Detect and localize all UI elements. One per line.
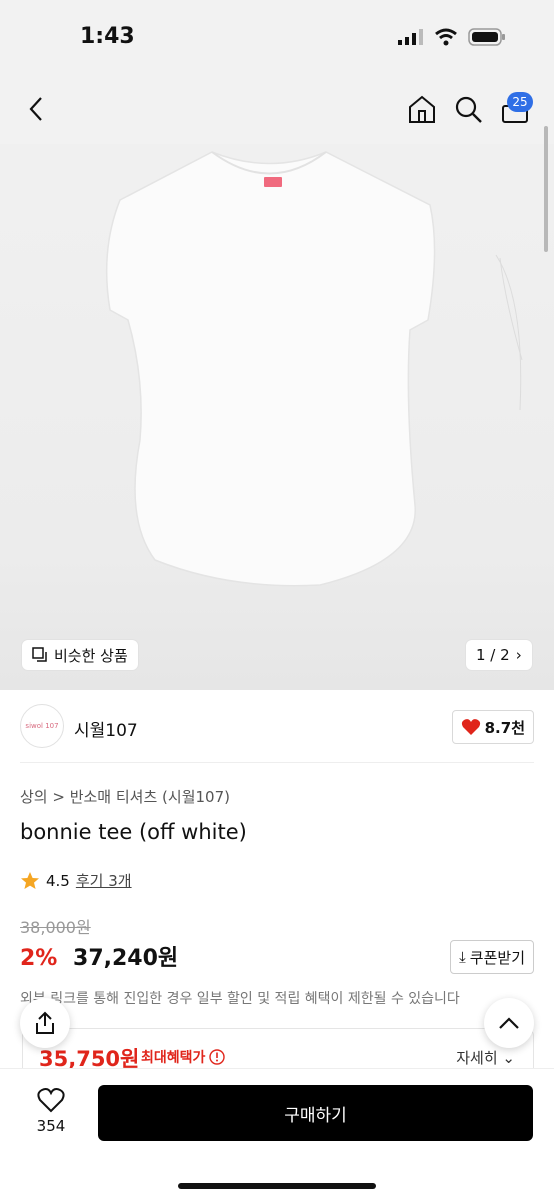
divider: [20, 762, 534, 763]
benefit-detail-toggle[interactable]: 자세히 ⌄: [456, 1047, 515, 1068]
sale-price: 37,240원: [73, 946, 179, 971]
price-row: 2% 37,240원: [20, 940, 178, 972]
chevron-up-icon: [499, 1017, 519, 1029]
similar-products-button[interactable]: 비슷한 상품: [22, 640, 138, 670]
wishlist-count: 354: [36, 1117, 66, 1135]
brand-like-count: 8.7천: [484, 718, 525, 737]
scroll-top-button[interactable]: [484, 998, 534, 1048]
brand-logo-text: siwol 107: [25, 722, 59, 730]
home-indicator: [178, 1183, 376, 1189]
info-icon[interactable]: [209, 1049, 226, 1065]
share-button[interactable]: [20, 998, 70, 1048]
status-bar: 1:43: [0, 0, 554, 72]
max-benefit-label-wrap: 최대혜택가: [141, 1047, 226, 1067]
buy-button[interactable]: 구매하기: [98, 1085, 533, 1141]
coupon-label: 쿠폰받기: [469, 948, 525, 967]
chevron-right-icon: ›: [515, 646, 522, 664]
similar-products-label: 비슷한 상품: [54, 646, 128, 665]
bottom-action-bar: 354 구매하기: [0, 1068, 554, 1201]
signal-icon: [398, 29, 423, 45]
rating-row[interactable]: 4.5 후기 3개: [20, 870, 132, 891]
status-time: 1:43: [80, 24, 135, 49]
rating-value: 4.5: [46, 871, 70, 890]
back-chevron-icon[interactable]: [28, 96, 44, 122]
chevron-down-icon: ⌄: [502, 1049, 515, 1067]
star-icon: [21, 871, 39, 889]
brand-row[interactable]: siwol 107 시월107 8.7천: [20, 704, 534, 750]
wifi-icon: [435, 28, 457, 46]
breadcrumb[interactable]: 상의 > 반소매 티셔츠 (시월107): [20, 786, 230, 807]
wishlist-button[interactable]: 354: [22, 1087, 80, 1135]
heart-filled-icon: [461, 719, 480, 735]
battery-icon: [468, 28, 505, 46]
heart-outline-icon: [37, 1088, 65, 1113]
original-price: 38,000원: [20, 918, 91, 937]
top-nav: [0, 72, 554, 144]
scrollbar[interactable]: [544, 126, 548, 252]
share-icon: [36, 1011, 54, 1034]
search-icon[interactable]: [455, 96, 483, 124]
brand-name[interactable]: 시월107: [74, 716, 138, 741]
cart-count-badge: 25: [507, 92, 533, 112]
copy-icon: [32, 647, 47, 662]
status-icons: [398, 28, 506, 46]
brand-logo[interactable]: siwol 107: [20, 704, 64, 748]
download-icon: ⤓: [459, 948, 466, 966]
home-icon[interactable]: [407, 94, 437, 124]
benefit-detail-label: 자세히: [456, 1049, 498, 1067]
discount-rate: 2%: [20, 946, 58, 971]
product-title: bonnie tee (off white): [20, 820, 247, 844]
coupon-button[interactable]: ⤓ 쿠폰받기: [450, 940, 534, 974]
review-count-link[interactable]: 후기 3개: [76, 870, 132, 891]
brand-like-button[interactable]: 8.7천: [451, 710, 534, 744]
notice-text: 외부 링크를 통해 진입한 경우 일부 할인 및 적립 혜택이 제한될 수 있습…: [20, 991, 460, 1007]
page-indicator-text: 1 / 2: [476, 646, 510, 664]
image-page-indicator[interactable]: 1 / 2 ›: [466, 640, 532, 670]
max-benefit-label: 최대혜택가: [141, 1050, 206, 1066]
